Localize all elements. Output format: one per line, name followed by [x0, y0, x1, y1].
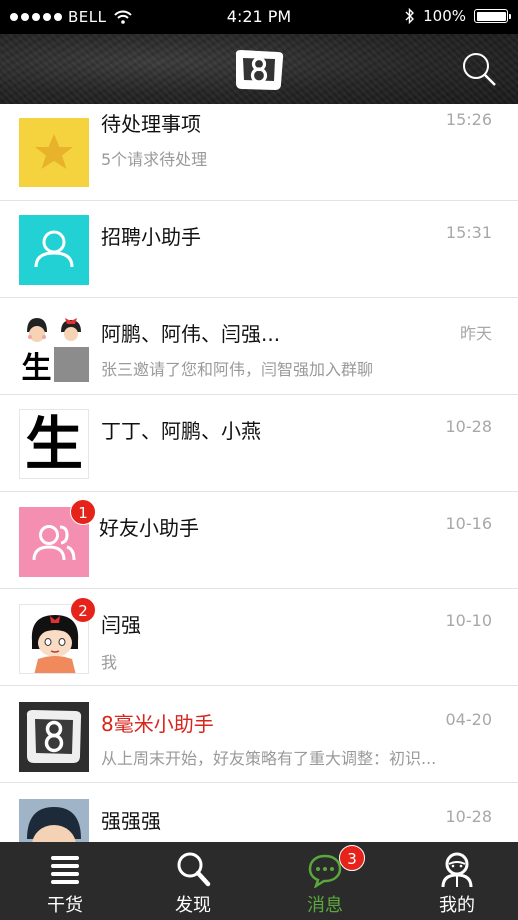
header-search-button[interactable]: [460, 50, 498, 88]
bluetooth-icon: [405, 8, 415, 24]
list-icon: [51, 856, 79, 884]
star-icon: [19, 118, 89, 187]
cartoon-avatar: [19, 799, 89, 842]
svg-text:生: 生: [22, 351, 52, 382]
message-title: 招聘小助手: [101, 225, 201, 249]
message-time: 昨天: [459, 324, 492, 343]
battery-percent: 100%: [423, 7, 466, 25]
app-logo-icon: [235, 50, 284, 90]
message-time: 15:31: [445, 223, 492, 242]
message-subtitle: 张三邀请了您和阿伟，闫智强加入群聊: [101, 360, 374, 379]
unread-badge: 1: [70, 499, 96, 525]
profile-icon: [441, 852, 473, 888]
message-time: 10-10: [445, 611, 493, 630]
tab-label: 消息: [307, 895, 343, 916]
group-avatar: 生: [19, 312, 89, 382]
message-time: 10-16: [445, 514, 493, 533]
message-time: 10-28: [445, 417, 493, 436]
search-icon: [177, 852, 211, 887]
message-row[interactable]: 1 好友小助手 10-16: [0, 492, 518, 589]
tab-discover[interactable]: 发现: [128, 842, 258, 920]
calligraphy-avatar: 生: [19, 409, 89, 479]
person-icon: [19, 215, 89, 285]
message-row[interactable]: 生 丁丁、阿鹏、小燕 10-28: [0, 395, 518, 492]
app-header: [0, 34, 518, 104]
battery-icon: [474, 9, 511, 23]
status-bar: BELL 4:21 PM 100%: [0, 0, 518, 34]
message-title: 阿鹏、阿伟、闫强...: [101, 322, 281, 346]
chat-icon: [308, 854, 342, 888]
message-row[interactable]: 招聘小助手 15:31: [0, 201, 518, 298]
message-time: 15:26: [445, 110, 492, 129]
message-time: 10-28: [445, 807, 493, 826]
message-row[interactable]: 2 闫强 10-10 我: [0, 589, 518, 686]
message-subtitle: 我: [101, 653, 118, 672]
message-row[interactable]: 强强强 10-28: [0, 783, 518, 842]
tab-dry-goods[interactable]: 干货: [0, 842, 130, 920]
message-list: 待处理事项 15:26 5个请求待处理 招聘小助手 15:31 生 阿鹏、阿伟、…: [0, 104, 518, 842]
tab-mine[interactable]: 我的: [392, 842, 518, 920]
message-time: 04-20: [445, 710, 493, 729]
message-title: 8毫米小助手: [101, 712, 214, 736]
message-title: 待处理事项: [101, 112, 201, 136]
message-row[interactable]: 8毫米小助手 04-20 从上周末开始，好友策略有了重大调整：初识...: [0, 686, 518, 783]
tab-bar: 干货 发现 3 消息 我的: [0, 842, 518, 920]
message-row[interactable]: 待处理事项 15:26 5个请求待处理: [0, 104, 518, 201]
message-subtitle: 从上周末开始，好友策略有了重大调整：初识...: [101, 749, 437, 768]
unread-badge: 3: [339, 845, 365, 871]
tab-label: 发现: [175, 895, 211, 916]
message-title: 好友小助手: [99, 516, 199, 540]
unread-badge: 2: [70, 597, 96, 623]
tab-label: 干货: [47, 895, 83, 916]
tab-label: 我的: [439, 895, 475, 916]
message-subtitle: 5个请求待处理: [101, 150, 208, 169]
message-title: 丁丁、阿鹏、小燕: [101, 419, 261, 443]
tab-messages[interactable]: 3 消息: [260, 842, 390, 920]
app-logo-avatar: [19, 702, 89, 772]
message-title: 闫强: [101, 613, 141, 637]
message-title: 强强强: [101, 809, 161, 833]
message-row[interactable]: 生 阿鹏、阿伟、闫强... 昨天 张三邀请了您和阿伟，闫智强加入群聊: [0, 298, 518, 395]
